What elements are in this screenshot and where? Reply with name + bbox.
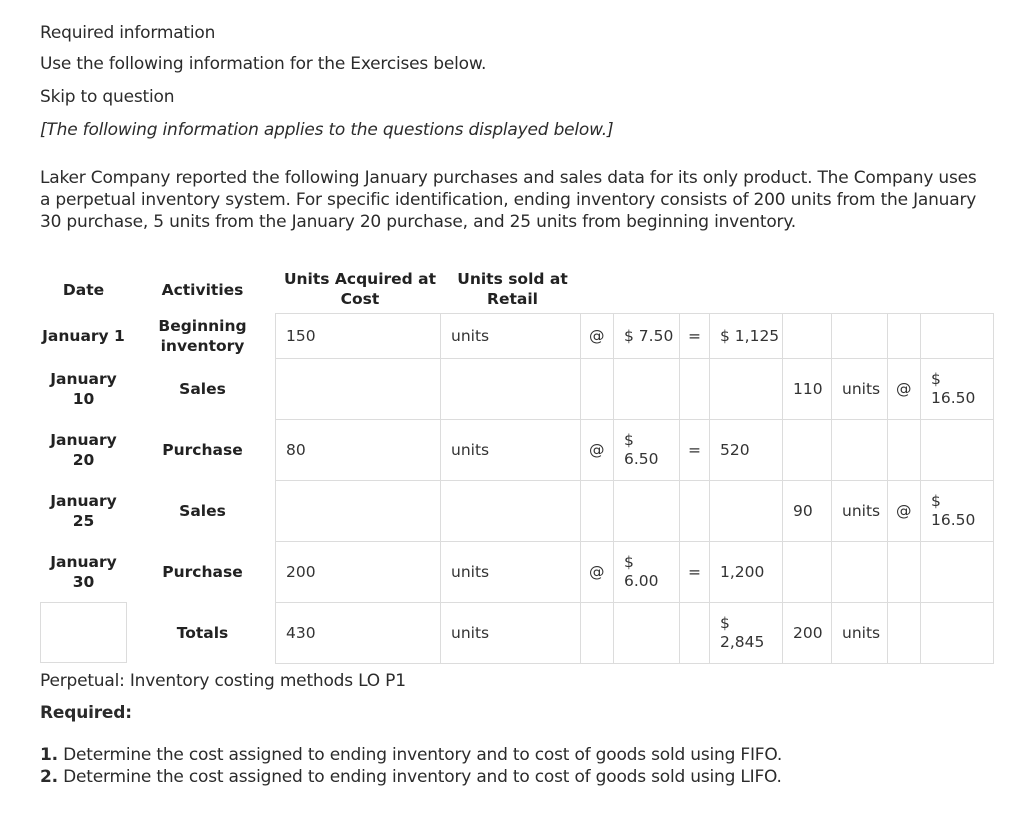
requirement-1-text: Determine the cost assigned to ending in…	[57, 745, 783, 765]
equals-sign-cell: =	[679, 419, 710, 481]
sold-units-label-cell	[831, 419, 888, 481]
row-date: January 20	[50, 430, 117, 469]
unit-cost-cell: $ 7.50	[613, 313, 680, 359]
sold-units-label-cell	[831, 541, 888, 603]
total-cost-cell: $ 1,125	[709, 313, 783, 359]
sold-at-symbol-cell: @	[887, 480, 921, 542]
equals-sign-cell: =	[679, 313, 710, 359]
requirement-2-text: Determine the cost assigned to ending in…	[57, 767, 782, 787]
retail-price-cell	[920, 419, 994, 481]
row-activity: Sales	[179, 379, 226, 398]
retail-price-cell	[920, 541, 994, 603]
sold-at-symbol-cell: @	[887, 358, 921, 420]
acquired-units-label-cell: units	[440, 602, 581, 664]
totals-date-cell	[40, 602, 127, 663]
row-activity: Sales	[179, 501, 226, 520]
required-information-heading: Required information	[40, 23, 216, 43]
at-symbol-cell: @	[580, 419, 614, 481]
units-sold-cell: 110	[782, 358, 832, 420]
row-date: January 1	[42, 326, 125, 345]
acquired-units-label-cell	[440, 358, 581, 420]
acquired-units-label-cell: units	[440, 313, 581, 359]
units-acquired-cell: 200	[275, 541, 441, 603]
units-sold-cell	[782, 419, 832, 481]
table-row: 150 units @ $ 7.50 = $ 1,125	[275, 313, 994, 359]
total-cost-cell: $ 2,845	[709, 602, 783, 664]
total-cost-cell	[709, 480, 783, 542]
total-cost-cell	[709, 358, 783, 420]
sold-at-symbol-cell	[887, 541, 921, 603]
table-row: 80 units @ $ 6.50 = 520	[275, 419, 994, 481]
sold-units-label-cell: units	[831, 480, 888, 542]
unit-cost-cell	[613, 602, 680, 664]
retail-price-cell	[920, 602, 994, 664]
equals-sign-cell	[679, 480, 710, 542]
at-symbol-cell	[580, 480, 614, 542]
unit-cost-cell: $ 6.00	[613, 541, 680, 603]
acquired-units-label-cell: units	[440, 541, 581, 603]
retail-price-cell: $ 16.50	[920, 358, 994, 420]
sold-units-label-cell: units	[831, 358, 888, 420]
required-label: Required:	[40, 703, 132, 723]
units-sold-cell	[782, 541, 832, 603]
inventory-table: 150 units @ $ 7.50 = $ 1,125 110 units @ $ 16.50 8…	[275, 313, 994, 664]
total-cost-cell: 520	[709, 419, 783, 481]
header-activities: Activities	[161, 281, 244, 299]
applies-note: [The following information applies to th…	[40, 120, 614, 140]
unit-cost-cell	[613, 480, 680, 542]
sold-units-label-cell: units	[831, 602, 888, 664]
sold-at-symbol-cell	[887, 602, 921, 664]
sold-at-symbol-cell	[887, 419, 921, 481]
row-date: January 30	[50, 552, 117, 591]
acquired-units-label-cell	[440, 480, 581, 542]
requirement-2: 2. Determine the cost assigned to ending…	[40, 767, 782, 787]
retail-price-cell: $ 16.50	[920, 480, 994, 542]
topic-label: Perpetual: Inventory costing methods LO …	[40, 671, 406, 691]
equals-sign-cell	[679, 602, 710, 664]
row-activity: Totals	[176, 623, 229, 642]
row-date: January 25	[50, 491, 117, 530]
requirement-1: 1. Determine the cost assigned to ending…	[40, 745, 782, 765]
use-following-text: Use the following information for the Ex…	[40, 54, 487, 74]
at-symbol-cell: @	[580, 541, 614, 603]
table-row: 110 units @ $ 16.50	[275, 358, 994, 420]
total-cost-cell: 1,200	[709, 541, 783, 603]
units-acquired-cell: 430	[275, 602, 441, 664]
problem-intro: Laker Company reported the following Jan…	[40, 168, 977, 232]
units-acquired-cell	[275, 480, 441, 542]
sold-units-label-cell	[831, 313, 888, 359]
header-units-acquired: Units Acquired at Cost	[283, 270, 437, 308]
header-date: Date	[62, 281, 105, 299]
requirement-2-number: 2.	[40, 767, 58, 787]
retail-price-cell	[920, 313, 994, 359]
table-row: 200 units @ $ 6.00 = 1,200	[275, 541, 994, 603]
units-sold-cell: 200	[782, 602, 832, 664]
unit-cost-cell: $ 6.50	[613, 419, 680, 481]
requirement-1-number: 1.	[40, 745, 58, 765]
header-units-sold: Units sold at Retail	[457, 270, 568, 308]
row-activity: Purchase	[162, 440, 243, 459]
row-date: January 10	[50, 369, 117, 408]
units-acquired-cell	[275, 358, 441, 420]
skip-to-question-link[interactable]: Skip to question	[40, 87, 174, 107]
equals-sign-cell: =	[679, 541, 710, 603]
at-symbol-cell	[580, 602, 614, 664]
row-activity: Beginning inventory	[158, 316, 247, 355]
units-acquired-cell: 80	[275, 419, 441, 481]
units-sold-cell: 90	[782, 480, 832, 542]
table-row: 430 units $ 2,845 200 units	[275, 602, 994, 664]
at-symbol-cell	[580, 358, 614, 420]
units-sold-cell	[782, 313, 832, 359]
at-symbol-cell: @	[580, 313, 614, 359]
acquired-units-label-cell: units	[440, 419, 581, 481]
sold-at-symbol-cell	[887, 313, 921, 359]
units-acquired-cell: 150	[275, 313, 441, 359]
table-row: 90 units @ $ 16.50	[275, 480, 994, 542]
unit-cost-cell	[613, 358, 680, 420]
row-activity: Purchase	[162, 562, 243, 581]
equals-sign-cell	[679, 358, 710, 420]
